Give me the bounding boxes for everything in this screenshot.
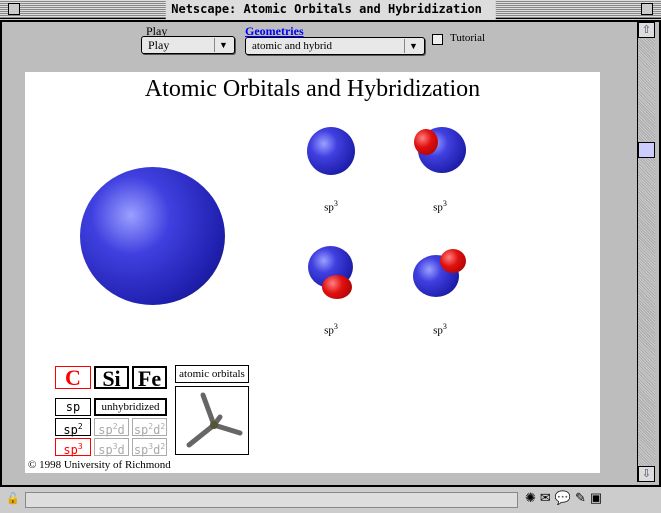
status-bar: 🔓 ✺ ✉ 💬 ✎ ▣ <box>0 485 661 513</box>
mail-icon[interactable]: ✉ <box>540 490 551 510</box>
security-lock-icon[interactable]: 🔓 <box>6 492 20 505</box>
play-value: Play <box>148 38 170 52</box>
chevron-down-icon: ▼ <box>214 38 232 52</box>
tetrahedral-geometry-image[interactable] <box>175 386 249 455</box>
tutorial-checkbox[interactable] <box>432 34 443 45</box>
element-fe-button[interactable]: Fe <box>132 366 167 390</box>
scroll-up-arrow-icon[interactable]: ⇧ <box>638 22 655 38</box>
tutorial-label: Tutorial <box>450 32 486 44</box>
hybrid-sp2d-button[interactable]: sp2d <box>94 418 129 437</box>
hybrid-sp2-button[interactable]: sp2 <box>55 418 91 437</box>
vertical-scrollbar[interactable]: ⇧ ⇩ <box>637 22 655 482</box>
orbital-label: sp3 <box>324 322 338 337</box>
geometries-value: atomic and hybrid <box>252 40 333 52</box>
title-bar[interactable]: Netscape: Atomic Orbitals and Hybridizat… <box>0 0 661 35</box>
play-select[interactable]: Play ▼ <box>141 36 235 54</box>
orbital-label: sp3 <box>324 199 338 214</box>
element-c-button[interactable]: C <box>55 366 91 389</box>
tetrahedral-molecule-icon <box>186 392 243 448</box>
hybrid-sp3d2-button[interactable]: sp3d2 <box>132 438 167 457</box>
copyright: © 1998 University of Richmond <box>28 459 171 471</box>
hybrid-sp3d-button[interactable]: sp3d <box>94 438 129 457</box>
hybrid-sp3-button[interactable]: sp3 <box>55 438 91 457</box>
zoom-box[interactable] <box>641 3 653 15</box>
hybrid-sp-button[interactable]: sp <box>55 398 91 416</box>
scroll-down-arrow-icon[interactable]: ⇩ <box>638 466 655 482</box>
atomic-orbitals-button[interactable]: atomic orbitals <box>175 365 249 383</box>
discussions-icon[interactable]: 💬 <box>555 490 571 510</box>
close-box[interactable] <box>8 3 20 15</box>
element-si-button[interactable]: Si <box>94 366 129 390</box>
orbital-label: sp3 <box>433 199 447 214</box>
orbital-label: sp3 <box>433 322 447 337</box>
scroll-thumb[interactable] <box>638 142 655 158</box>
hybrid-sp2d2-button[interactable]: sp2d2 <box>132 418 167 437</box>
chevron-down-icon: ▼ <box>404 39 422 53</box>
geometries-select[interactable]: atomic and hybrid ▼ <box>245 37 425 55</box>
unhybridized-button[interactable]: unhybridized <box>94 398 167 416</box>
composer-icon[interactable]: ✎ <box>575 490 586 510</box>
status-text-field <box>25 492 518 508</box>
page-content: Atomic Orbitals and Hybridization sp3 sp… <box>25 72 600 473</box>
page-title: Atomic Orbitals and Hybridization <box>144 76 481 102</box>
navigator-icon[interactable]: ✺ <box>525 490 536 510</box>
dock-icon[interactable]: ▣ <box>590 490 602 510</box>
